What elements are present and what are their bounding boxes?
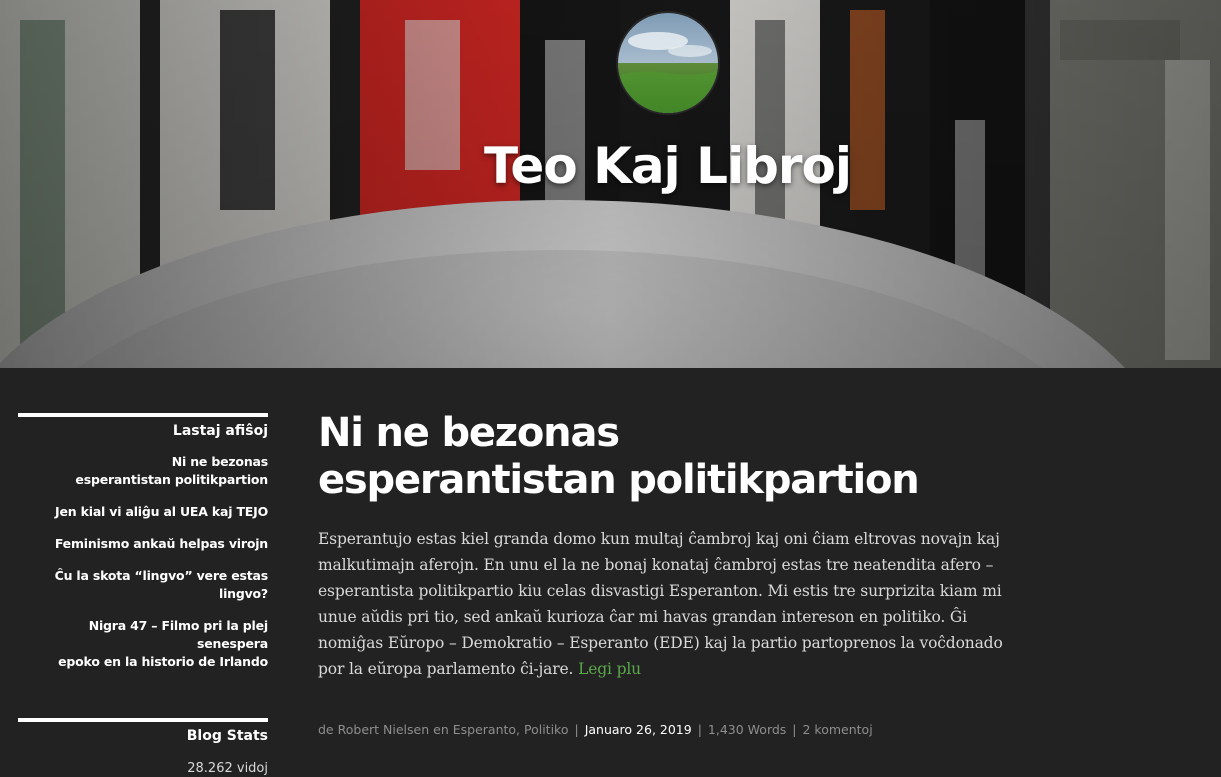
category-link[interactable]: Politiko <box>524 722 569 737</box>
list-item: Feminismo ankaŭ helpas virojn <box>18 534 268 552</box>
recent-post-link[interactable]: Ĉu la skota “lingvo” vere estas lingvo? <box>55 568 269 601</box>
post-title: Ni ne bezonas esperantistan politikpartio… <box>318 410 1018 504</box>
recent-posts-title: Lastaj afiŝoj <box>172 423 268 439</box>
comments-link[interactable]: 2 komentoj <box>803 722 873 737</box>
word-count: 1,430 Words <box>707 722 787 737</box>
byline-prefix: de <box>318 722 334 737</box>
post-date-link[interactable]: Januaro 26, 2019 <box>585 722 692 737</box>
recent-posts-list: Ni ne bezonas esperantistan politikpartio… <box>18 452 269 670</box>
post-excerpt: Esperantujo estas kiel granda domo kun m… <box>318 526 1018 682</box>
meta-separator: | <box>697 722 702 737</box>
meta-separator: | <box>792 722 797 737</box>
author-link[interactable]: Robert Nielsen <box>338 722 430 737</box>
recent-post-link[interactable]: Nigra 47 – Filmo pri la plej senespera ep… <box>58 618 268 669</box>
list-item: Jen kial vi aliĝu al UEA kaj TEJO <box>18 502 268 520</box>
site-title-link[interactable]: Teo Kaj Libroj <box>0 134 1221 198</box>
list-item: Ni ne bezonas esperantistan politikpartio… <box>18 452 268 488</box>
list-item: Nigra 47 – Filmo pri la plej senespera ep… <box>18 616 268 670</box>
post: Ni ne bezonas esperantistan politikpartio… <box>318 410 1018 738</box>
recent-posts-widget: Lastaj afiŝoj Ni ne bezonas esperantistan… <box>18 413 268 670</box>
blog-stats-title: Blog Stats <box>186 728 268 744</box>
site-logo-link[interactable] <box>618 13 718 113</box>
blog-stats-widget: Blog Stats 28.262 vidoj <box>18 718 268 777</box>
list-item: Ĉu la skota “lingvo” vere estas lingvo? <box>18 566 269 602</box>
category-link[interactable]: Esperanto <box>453 722 516 737</box>
post-excerpt-text: Esperantujo estas kiel granda domo kun m… <box>318 530 1003 678</box>
category-prefix: en <box>433 722 449 737</box>
recent-post-link[interactable]: Feminismo ankaŭ helpas virojn <box>55 536 268 551</box>
sidebar: Lastaj afiŝoj Ni ne bezonas esperantistan… <box>18 413 268 777</box>
recent-post-link[interactable]: Jen kial vi aliĝu al UEA kaj TEJO <box>55 504 268 519</box>
read-more-link[interactable]: Legi plu <box>578 660 641 678</box>
category-separator: , <box>516 722 524 737</box>
post-meta: de Robert Nielsen en Esperanto, Politiko… <box>318 722 1018 738</box>
blog-stats-value: 28.262 vidoj <box>187 761 268 776</box>
meta-separator: | <box>574 722 579 737</box>
recent-post-link[interactable]: Ni ne bezonas esperantistan politikpartio… <box>75 454 268 487</box>
post-title-link[interactable]: Ni ne bezonas esperantistan politikpartio… <box>318 410 920 503</box>
grass-field-avatar-icon <box>618 13 718 113</box>
site-header: Teo Kaj Libroj <box>0 0 1221 368</box>
